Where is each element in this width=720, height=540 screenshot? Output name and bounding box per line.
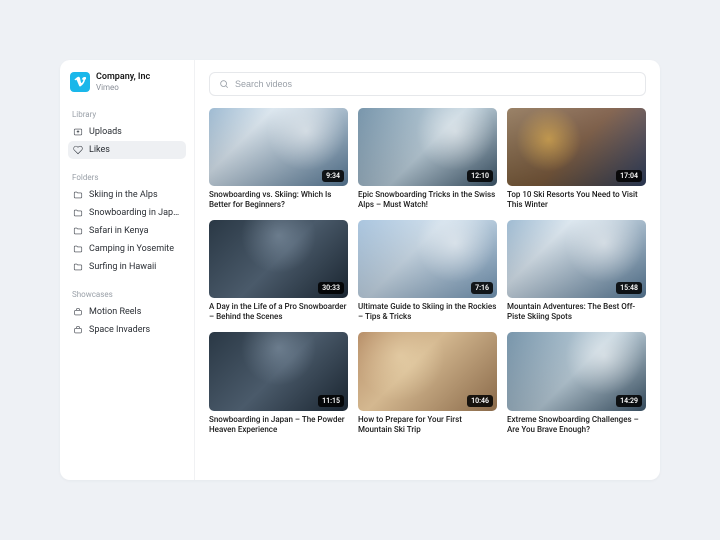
section-label: Library [68,108,186,122]
video-card[interactable]: 11:15 Snowboarding in Japan – The Powder … [209,332,348,434]
vimeo-logo-icon [70,72,90,92]
sidebar-item-label: Motion Reels [89,307,141,317]
sidebar-item-label: Likes [89,145,110,155]
search-input[interactable] [235,79,636,89]
sidebar-item-label: Surfing in Hawaii [89,262,156,272]
video-card[interactable]: 10:46 How to Prepare for Your First Mount… [358,332,497,434]
video-title: How to Prepare for Your First Mountain S… [358,415,497,435]
video-thumbnail: 17:04 [507,108,646,186]
sidebar-item-uploads[interactable]: Uploads [68,123,186,141]
sidebar-item-folder-3[interactable]: Camping in Yosemite [68,240,186,258]
folder-icon [73,244,83,254]
video-duration: 14:29 [616,395,642,407]
sidebar-item-label: Skiing in the Alps [89,190,158,200]
video-grid: 9:34 Snowboarding vs. Skiing: Which Is Be… [209,108,646,435]
video-title: Epic Snowboarding Tricks in the Swiss Al… [358,190,497,210]
sidebar-section-folders: Folders Skiing in the Alps Snowboarding i… [68,171,186,276]
folder-icon [73,208,83,218]
video-thumbnail: 30:33 [209,220,348,298]
sidebar-item-label: Space Invaders [89,325,150,335]
video-thumbnail: 15:48 [507,220,646,298]
video-duration: 15:48 [616,282,642,294]
folder-icon [73,262,83,272]
upload-icon [73,127,83,137]
video-duration: 30:33 [318,282,344,294]
video-card[interactable]: 9:34 Snowboarding vs. Skiing: Which Is Be… [209,108,348,210]
main-content: 9:34 Snowboarding vs. Skiing: Which Is Be… [195,60,660,480]
video-title: Top 10 Ski Resorts You Need to Visit Thi… [507,190,646,210]
video-title: Mountain Adventures: The Best Off-Piste … [507,302,646,322]
sidebar-section-library: Library Uploads Likes [68,108,186,159]
sidebar-item-showcase-0[interactable]: Motion Reels [68,303,186,321]
folder-icon [73,226,83,236]
video-card[interactable]: 12:10 Epic Snowboarding Tricks in the Swi… [358,108,497,210]
video-title: Ultimate Guide to Skiing in the Rockies … [358,302,497,322]
sidebar-item-label: Snowboarding in Japan [89,208,181,218]
video-title: Snowboarding vs. Skiing: Which Is Better… [209,190,348,210]
section-label: Folders [68,171,186,185]
video-card[interactable]: 7:16 Ultimate Guide to Skiing in the Rock… [358,220,497,322]
sidebar-item-folder-1[interactable]: Snowboarding in Japan [68,204,186,222]
showcase-icon [73,325,83,335]
sidebar-item-label: Camping in Yosemite [89,244,174,254]
video-title: Snowboarding in Japan – The Powder Heave… [209,415,348,435]
brand-text: Company, Inc Vimeo [96,72,150,92]
video-duration: 7:16 [471,282,493,294]
brand-title: Company, Inc [96,72,150,83]
sidebar-item-label: Safari in Kenya [89,226,149,236]
video-thumbnail: 12:10 [358,108,497,186]
video-duration: 12:10 [467,170,493,182]
video-thumbnail: 10:46 [358,332,497,410]
sidebar-item-folder-4[interactable]: Surfing in Hawaii [68,258,186,276]
sidebar-item-label: Uploads [89,127,122,137]
sidebar-item-folder-2[interactable]: Safari in Kenya [68,222,186,240]
brand-subtitle: Vimeo [96,83,150,93]
heart-icon [73,145,83,155]
sidebar-item-folder-0[interactable]: Skiing in the Alps [68,186,186,204]
video-thumbnail: 11:15 [209,332,348,410]
video-title: A Day in the Life of a Pro Snowboarder –… [209,302,348,322]
video-duration: 17:04 [616,170,642,182]
video-title: Extreme Snowboarding Challenges – Are Yo… [507,415,646,435]
video-duration: 9:34 [322,170,344,182]
sidebar: Company, Inc Vimeo Library UploadsLikes … [60,60,195,480]
video-thumbnail: 9:34 [209,108,348,186]
video-thumbnail: 14:29 [507,332,646,410]
search-icon [219,79,229,89]
search-bar[interactable] [209,72,646,96]
sidebar-section-showcases: Showcases Motion Reels Space Invaders [68,288,186,339]
app-window: Company, Inc Vimeo Library UploadsLikes … [60,60,660,480]
showcase-icon [73,307,83,317]
video-card[interactable]: 17:04 Top 10 Ski Resorts You Need to Visi… [507,108,646,210]
video-card[interactable]: 14:29 Extreme Snowboarding Challenges – A… [507,332,646,434]
video-thumbnail: 7:16 [358,220,497,298]
folder-icon [73,190,83,200]
brand[interactable]: Company, Inc Vimeo [68,72,186,96]
video-card[interactable]: 30:33 A Day in the Life of a Pro Snowboar… [209,220,348,322]
sidebar-item-showcase-1[interactable]: Space Invaders [68,321,186,339]
sidebar-item-likes[interactable]: Likes [68,141,186,159]
video-duration: 11:15 [318,395,344,407]
video-card[interactable]: 15:48 Mountain Adventures: The Best Off-P… [507,220,646,322]
section-label: Showcases [68,288,186,302]
video-duration: 10:46 [467,395,493,407]
